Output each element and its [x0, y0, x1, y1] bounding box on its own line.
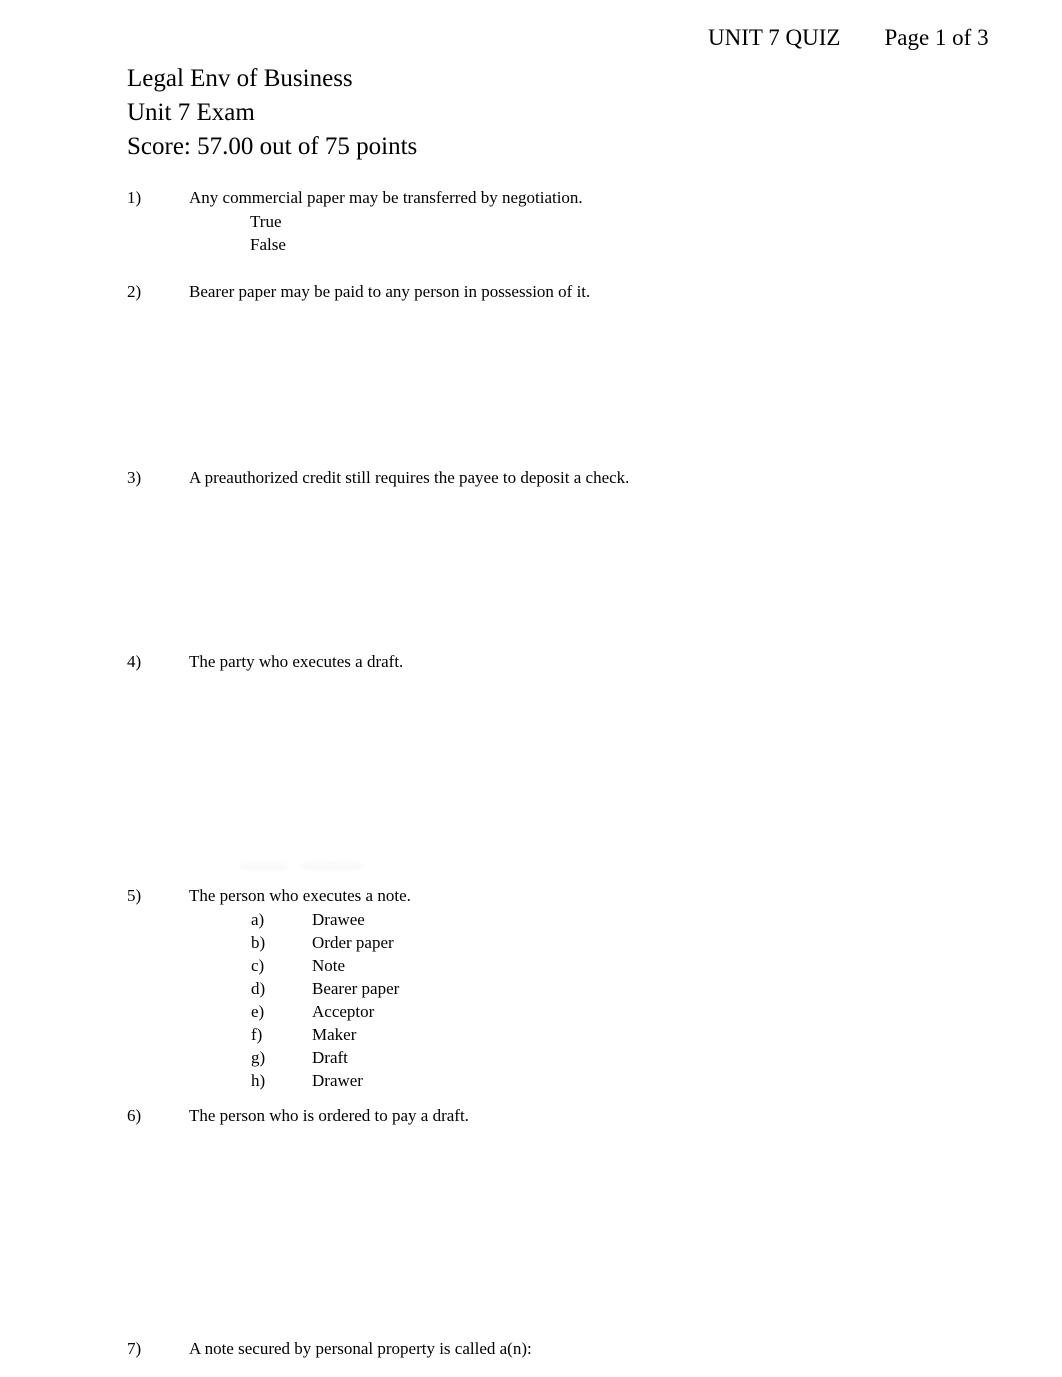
- scan-smudge-artifact: [240, 862, 288, 871]
- answer-option-text: True: [250, 212, 282, 231]
- answer-option-text: Bearer paper: [312, 979, 400, 998]
- answer-option[interactable]: f) Maker: [0, 1023, 1062, 1046]
- answer-option[interactable]: h) Drawer: [0, 1069, 1062, 1092]
- question-block: 1) Any commercial paper may be transferre…: [0, 186, 1062, 256]
- answer-option-letter: f): [251, 1025, 263, 1044]
- question-list: 1) Any commercial paper may be transferre…: [0, 186, 1062, 1361]
- question-block: 2) Bearer paper may be paid to any person…: [0, 280, 1062, 304]
- answer-option[interactable]: c) Note: [0, 954, 1062, 977]
- question-heading: 4) The party who executes a draft.: [0, 650, 1062, 674]
- score-line: Score: 57.00 out of 75 points: [127, 133, 418, 160]
- question-number: 5): [127, 886, 142, 905]
- question-text: The person who is ordered to pay a draft…: [189, 1106, 469, 1125]
- course-name: Legal Env of Business: [127, 65, 353, 92]
- answer-option-text: False: [250, 235, 286, 254]
- question-text: A preauthorized credit still requires th…: [189, 468, 630, 487]
- blank-answer-area: [0, 1128, 1062, 1337]
- question-number: 1): [127, 188, 142, 207]
- answer-option-text: Draft: [312, 1048, 348, 1067]
- question-text: Any commercial paper may be transferred …: [189, 188, 583, 207]
- answer-option-letter: a): [251, 910, 265, 929]
- quiz-page: UNIT 7 QUIZ Page 1 of 3 Legal Env of Busi…: [0, 0, 1062, 1377]
- question-block: 5) The person who executes a note. a) Drawe…: [0, 884, 1062, 1092]
- answer-option[interactable]: a) Drawee: [0, 908, 1062, 931]
- question-block: 7) A note secured by personal property is…: [0, 1337, 1062, 1361]
- answer-option-text: Maker: [312, 1025, 357, 1044]
- answer-option-letter: d): [251, 979, 266, 998]
- question-block: 6) The person who is ordered to pay a dra…: [0, 1104, 1062, 1128]
- blank-answer-area: [0, 1092, 1062, 1104]
- answer-option[interactable]: g) Draft: [0, 1046, 1062, 1069]
- scan-smudge-artifact: [300, 861, 364, 871]
- answer-option[interactable]: False: [0, 233, 1062, 256]
- question-number: 6): [127, 1106, 142, 1125]
- question-text: The party who executes a draft.: [189, 652, 404, 671]
- answer-option[interactable]: e) Acceptor: [0, 1000, 1062, 1023]
- question-block: 3) A preauthorized credit still requires …: [0, 466, 1062, 490]
- blank-answer-area: [0, 490, 1062, 650]
- answer-option-letter: b): [251, 933, 266, 952]
- quiz-title-header: UNIT 7 QUIZ: [708, 25, 841, 50]
- question-heading: 2) Bearer paper may be paid to any person…: [0, 280, 1062, 304]
- answer-option-list: True False: [0, 210, 1062, 256]
- answer-option[interactable]: d) Bearer paper: [0, 977, 1062, 1000]
- question-number: 3): [127, 468, 142, 487]
- question-heading: 7) A note secured by personal property is…: [0, 1337, 1062, 1361]
- question-heading: 3) A preauthorized credit still requires …: [0, 466, 1062, 490]
- question-block: 4) The party who executes a draft.: [0, 650, 1062, 674]
- answer-option-letter: g): [251, 1048, 266, 1067]
- answer-option[interactable]: b) Order paper: [0, 931, 1062, 954]
- answer-option-letter: e): [251, 1002, 265, 1021]
- answer-option-text: Acceptor: [312, 1002, 375, 1021]
- question-number: 7): [127, 1339, 142, 1358]
- answer-option-text: Order paper: [312, 933, 394, 952]
- question-heading: 6) The person who is ordered to pay a dra…: [0, 1104, 1062, 1128]
- question-number: 4): [127, 652, 142, 671]
- blank-answer-area: [0, 256, 1062, 280]
- answer-option-letter: h): [251, 1071, 266, 1090]
- blank-answer-area: [0, 304, 1062, 466]
- blank-answer-area: [0, 674, 1062, 884]
- exam-name: Unit 7 Exam: [127, 99, 255, 126]
- question-text: A note secured by personal property is c…: [189, 1339, 532, 1358]
- document-title-block: Legal Env of Business Unit 7 Exam Score:…: [127, 62, 417, 164]
- question-number: 2): [127, 282, 142, 301]
- answer-option-text: Drawer: [312, 1071, 363, 1090]
- question-heading: 1) Any commercial paper may be transferre…: [0, 186, 1062, 210]
- question-text: Bearer paper may be paid to any person i…: [189, 282, 591, 301]
- question-text: The person who executes a note.: [189, 886, 411, 905]
- page-running-header: UNIT 7 QUIZ Page 1 of 3: [708, 22, 1008, 54]
- answer-option-letter: c): [251, 956, 265, 975]
- answer-option-list: a) Drawee b) Order paper c) Note d) Bearer pape…: [0, 908, 1062, 1092]
- question-heading: 5) The person who executes a note.: [0, 884, 1062, 908]
- page-number-label: Page 1 of 3: [884, 25, 989, 50]
- answer-option-text: Drawee: [312, 910, 365, 929]
- answer-option[interactable]: True: [0, 210, 1062, 233]
- answer-option-text: Note: [312, 956, 346, 975]
